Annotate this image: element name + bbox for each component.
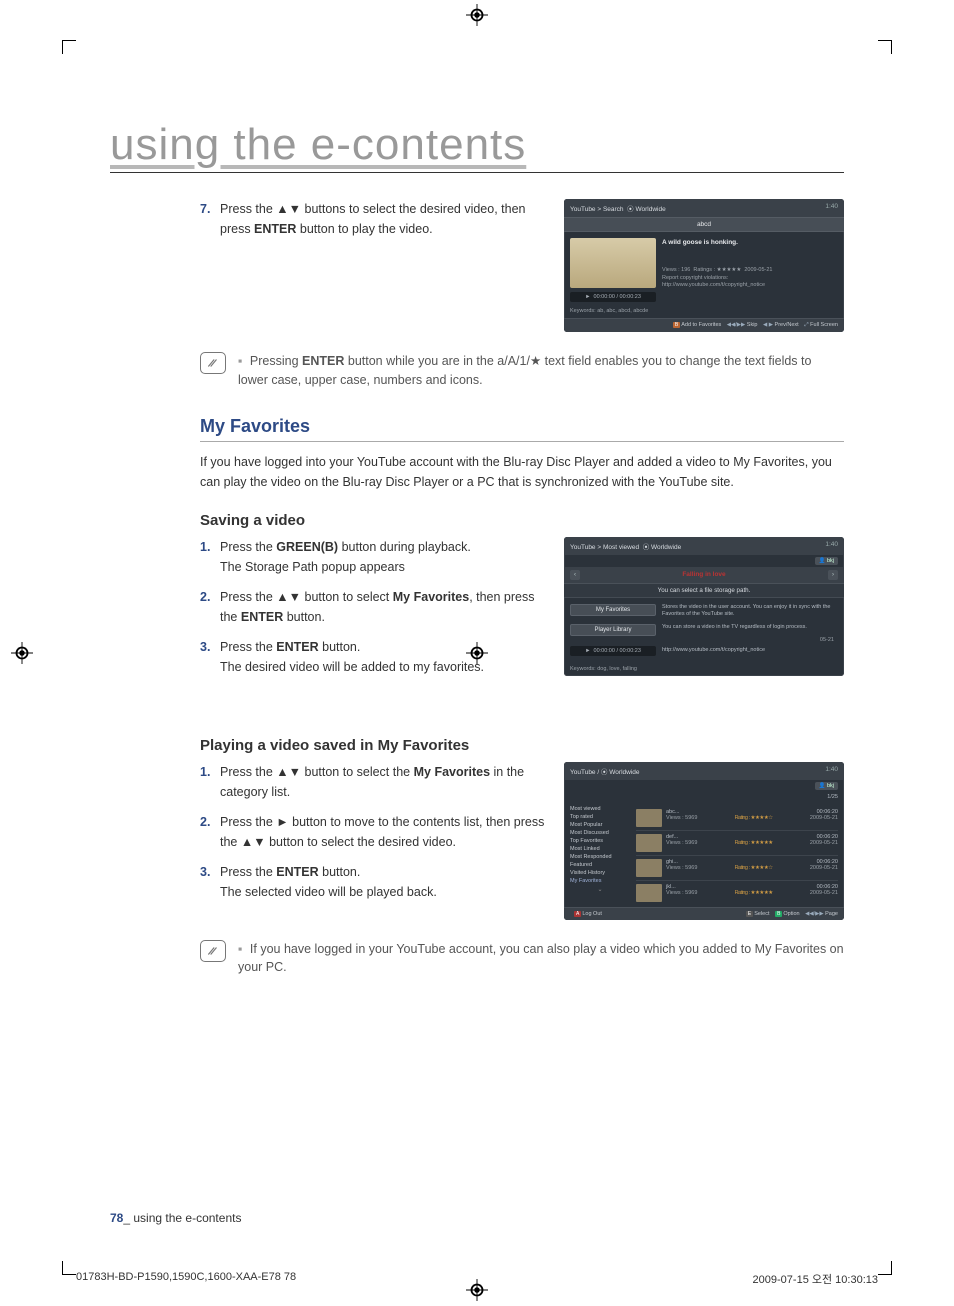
video-thumbnail	[570, 238, 656, 288]
video-thumbnail	[636, 834, 662, 852]
play-step-1: 1. Press the ▲▼ button to select the My …	[200, 762, 548, 802]
save-step-3: 3. Press the ENTER button.The desired vi…	[200, 637, 548, 677]
crop-mark	[878, 1261, 892, 1275]
play-step-3: 3. Press the ENTER button.The selected v…	[200, 862, 548, 902]
video-list: abc...00:06:20Views : 5969Rating : ★★★★☆…	[634, 802, 844, 907]
screenshot-search-result: YouTube > Search ⦿ Worldwide 1:40 abcd ►…	[564, 199, 844, 332]
paragraph-my-favorites: If you have logged into your YouTube acc…	[200, 452, 844, 492]
save-step-2: 2. Press the ▲▼ button to select My Favo…	[200, 587, 548, 627]
play-step-2: 2. Press the ► button to move to the con…	[200, 812, 548, 852]
option-my-favorites: My Favorites	[570, 604, 656, 616]
note-1: ▪ Pressing ENTER button while you are in…	[110, 352, 844, 390]
page: using the e-contents 7. Press the ▲▼ but…	[0, 0, 954, 1305]
chevron-down-icon: ⌄	[570, 886, 630, 893]
arrow-left-icon: ‹	[570, 570, 580, 580]
arrow-up-down-icon: ▲▼	[241, 835, 266, 849]
crop-mark	[62, 40, 76, 54]
registration-mark-icon	[466, 4, 488, 26]
crop-mark	[62, 1261, 76, 1275]
now-playing-title: Falling in love	[584, 571, 824, 578]
list-item: ghi...00:06:20Views : 5969Rating : ★★★★☆…	[636, 856, 838, 881]
heading-my-favorites: My Favorites	[200, 416, 844, 442]
heading-playing-video: Playing a video saved in My Favorites	[200, 737, 844, 754]
playback-bar: ►00:00:00 / 00:00:23	[570, 292, 656, 302]
video-thumbnail	[636, 884, 662, 902]
note-text: If you have logged in your YouTube accou…	[238, 942, 844, 975]
user-chip: 👤 bkj	[815, 557, 838, 565]
bullet-icon: ▪	[238, 354, 242, 368]
list-item: jkl...00:06:20Views : 5969Rating : ★★★★★…	[636, 881, 838, 905]
arrow-up-down-icon: ▲▼	[276, 765, 301, 779]
page-number: 78	[110, 1211, 123, 1225]
save-step-1: 1. Press the GREEN(B) button during play…	[200, 537, 548, 577]
category-sidebar: Most viewed Top rated Most Popular Most …	[564, 802, 634, 907]
page-title: using the e-contents	[110, 120, 844, 173]
search-term: abcd	[564, 217, 844, 232]
keywords-label: Keywords: ab, abc, abcd, abcde	[564, 308, 844, 318]
content-area: using the e-contents 7. Press the ▲▼ but…	[110, 120, 844, 1245]
playback-bar: ►00:00:00 / 00:00:23	[570, 646, 656, 656]
mock-footer: BAdd to Favorites ◀◀/▶▶ Skip ◀ ▶ Prev/Ne…	[564, 318, 844, 332]
step-text: Press the ▲▼ buttons to select the desir…	[220, 199, 548, 239]
registration-mark-icon	[11, 642, 33, 664]
note-text: Pressing ENTER button while you are in t…	[238, 354, 811, 387]
arrow-right-icon: ►	[276, 815, 288, 829]
bullet-icon: ▪	[238, 942, 242, 956]
video-thumbnail	[636, 809, 662, 827]
page-footer: 78_ using the e-contents	[110, 1211, 241, 1225]
list-item: def...00:06:20Views : 5969Rating : ★★★★★…	[636, 831, 838, 856]
note-2: ▪ If you have logged in your YouTube acc…	[200, 940, 844, 978]
step-number: 7.	[200, 199, 220, 239]
list-item: abc...00:06:20Views : 5969Rating : ★★★★☆…	[636, 806, 838, 831]
print-meta: 01783H-BD-P1590,1590C,1600-XAA-E78 78 20…	[76, 1271, 878, 1287]
step-7: 7. Press the ▲▼ buttons to select the de…	[200, 199, 548, 239]
crop-mark	[878, 40, 892, 54]
screenshot-storage-path: YouTube > Most viewed ⦿ Worldwide 1:40 👤…	[564, 537, 844, 677]
video-thumbnail	[636, 859, 662, 877]
print-file: 01783H-BD-P1590,1590C,1600-XAA-E78 78	[76, 1271, 296, 1287]
arrow-up-down-icon: ▲▼	[276, 590, 301, 604]
arrow-up-down-icon: ▲▼	[276, 202, 301, 216]
note-icon	[200, 940, 226, 962]
screenshot-favorites-list: YouTube / ⦿ Worldwide 1:40 👤 bkj 1/25 Mo…	[564, 762, 844, 920]
heading-saving-video: Saving a video	[200, 512, 844, 529]
print-date: 2009-07-15 오전 10:30:13	[753, 1271, 878, 1287]
arrow-right-icon: ›	[828, 570, 838, 580]
step-7-block: 7. Press the ▲▼ buttons to select the de…	[110, 199, 844, 332]
option-player-library: Player Library	[570, 624, 656, 636]
popup-title: You can select a file storage path.	[564, 584, 844, 598]
video-title: A wild goose is honking.	[662, 238, 838, 247]
note-icon	[200, 352, 226, 374]
